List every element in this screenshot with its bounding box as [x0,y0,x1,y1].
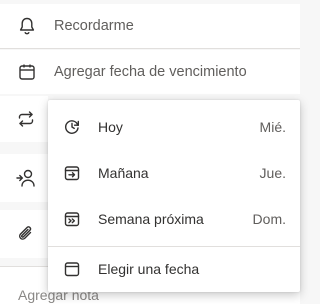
menu-item-label: Elegir una fecha [98,261,200,277]
menu-item-next-week[interactable]: Semana próxima Dom. [48,196,300,242]
bell-icon [16,15,38,37]
calendar-next-week-icon [62,209,82,229]
menu-item-label: Hoy [98,119,123,135]
menu-item-weekday: Dom. [252,211,286,227]
menu-item-tomorrow[interactable]: Mañana Jue. [48,150,300,196]
repeat-row[interactable] [0,96,48,142]
menu-item-weekday: Jue. [259,165,286,181]
menu-item-label: Mañana [98,165,149,181]
task-detail-pane: Recordarme Agregar fecha de vencimiento [0,0,300,304]
calendar-pick-icon [62,259,82,279]
assign-row[interactable] [0,154,48,202]
remind-me-row[interactable]: Recordarme [0,4,300,48]
menu-item-label: Semana próxima [98,211,204,227]
repeat-icon [14,107,38,131]
divider [0,48,300,49]
menu-item-today[interactable]: Hoy Mié. [48,104,300,150]
add-due-date-label: Agregar fecha de vencimiento [54,64,247,80]
calendar-today-icon [62,117,82,137]
remind-me-label: Recordarme [54,18,134,34]
paperclip-icon [14,222,38,246]
assign-person-icon [14,166,38,190]
due-date-menu: Hoy Mié. Mañana Jue. Semana próxima Dom.… [48,100,300,292]
attach-row[interactable] [0,210,48,258]
add-due-date-row[interactable]: Agregar fecha de vencimiento [0,50,300,94]
calendar-tomorrow-icon [62,163,82,183]
menu-item-weekday: Mié. [259,119,286,135]
menu-item-pick-date[interactable]: Elegir una fecha [48,246,300,292]
calendar-icon [16,61,38,83]
